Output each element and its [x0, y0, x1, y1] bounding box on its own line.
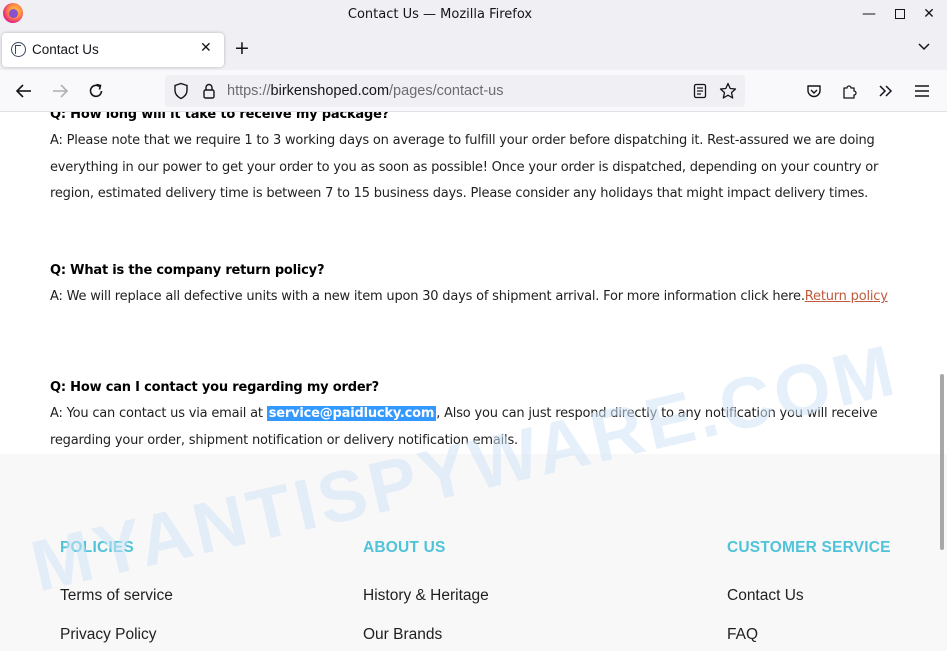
- footer-link-terms[interactable]: Terms of service: [60, 587, 173, 605]
- tab-strip: Contact Us ✕ +: [0, 30, 947, 70]
- footer-link-faq[interactable]: FAQ: [727, 626, 758, 644]
- email-address-selected[interactable]: service@paidlucky.com: [266, 406, 437, 422]
- faq-item: Q: What is the company return policy? A:…: [50, 258, 900, 311]
- maximize-icon: [895, 9, 905, 19]
- footer-link-privacy[interactable]: Privacy Policy: [60, 626, 156, 644]
- app-menu-button[interactable]: [911, 80, 933, 102]
- address-bar[interactable]: https://birkenshoped.com/pages/contact-u…: [165, 75, 745, 107]
- tab-close-button[interactable]: ✕: [200, 40, 212, 56]
- return-policy-link[interactable]: Return policy: [805, 289, 888, 304]
- forward-button[interactable]: [49, 80, 71, 102]
- tab-list-chevron-icon[interactable]: [917, 40, 931, 54]
- bookmark-button[interactable]: [718, 81, 738, 101]
- faq-question: Q: How can I contact you regarding my or…: [50, 380, 379, 395]
- faq-item: Q: How long will it take to receive my p…: [50, 112, 900, 207]
- reader-view-icon: [693, 83, 707, 99]
- minimize-button[interactable]: —: [858, 3, 880, 25]
- new-tab-button[interactable]: +: [234, 38, 250, 58]
- faq-question: Q: What is the company return policy?: [50, 263, 325, 278]
- pocket-button[interactable]: [803, 80, 825, 102]
- reload-button[interactable]: [85, 80, 107, 102]
- window-titlebar: Contact Us — Mozilla Firefox — ✕: [0, 0, 947, 30]
- faq-answer: A: Please note that we require 1 to 3 wo…: [50, 133, 879, 201]
- faq-question: Q: How long will it take to receive my p…: [50, 112, 390, 122]
- back-arrow-icon: [15, 84, 31, 98]
- reload-icon: [89, 83, 103, 98]
- footer-link-contact[interactable]: Contact Us: [727, 587, 804, 605]
- reader-view-button[interactable]: [690, 81, 710, 101]
- site-info-button[interactable]: [199, 81, 219, 101]
- forward-arrow-icon: [53, 84, 69, 98]
- tab-label: Contact Us: [32, 42, 99, 57]
- footer-link-history[interactable]: History & Heritage: [363, 587, 489, 605]
- lock-icon: [203, 83, 215, 99]
- bookmark-star-icon: [719, 82, 737, 99]
- shield-icon: [174, 82, 188, 100]
- faq-item: Q: How can I contact you regarding my or…: [50, 375, 900, 454]
- hamburger-menu-icon: [915, 85, 929, 97]
- page-scrollbar-thumb[interactable]: [940, 374, 944, 550]
- tab-contact-us[interactable]: Contact Us ✕: [2, 33, 224, 67]
- footer-heading-about: ABOUT US: [363, 539, 446, 556]
- maximize-button[interactable]: [889, 3, 911, 25]
- footer-heading-policies: POLICIES: [60, 539, 134, 556]
- overflow-menu-button[interactable]: [875, 80, 897, 102]
- extensions-icon: [843, 85, 857, 99]
- footer-heading-customer-service: CUSTOMER SERVICE: [727, 539, 891, 556]
- overflow-chevron-icon: [879, 85, 893, 97]
- footer-link-brands[interactable]: Our Brands: [363, 626, 442, 644]
- tracking-protection-button[interactable]: [171, 81, 191, 101]
- pocket-icon: [807, 85, 821, 98]
- faq-answer-text: A: You can contact us via email at: [50, 406, 267, 422]
- site-footer: POLICIES Terms of service Privacy Policy…: [0, 454, 947, 651]
- back-button[interactable]: [13, 80, 35, 102]
- extensions-button[interactable]: [839, 80, 861, 102]
- faq-answer: A: We will replace all defective units w…: [50, 284, 900, 310]
- navigation-toolbar: https://birkenshoped.com/pages/contact-u…: [0, 70, 947, 112]
- site-favicon-icon: [11, 42, 26, 57]
- faq-answer: A: You can contact us via email at servi…: [50, 401, 900, 454]
- url-path: /pages/contact-us: [389, 83, 504, 99]
- url-text: https://birkenshoped.com/pages/contact-u…: [227, 83, 504, 99]
- window-title: Contact Us — Mozilla Firefox: [347, 7, 533, 22]
- url-scheme: https://: [227, 83, 271, 99]
- close-window-button[interactable]: ✕: [918, 3, 940, 25]
- page-content[interactable]: Q: How long will it take to receive my p…: [0, 112, 947, 651]
- url-host: birkenshoped.com: [270, 83, 390, 99]
- faq-answer-text: A: We will replace all defective units w…: [50, 289, 805, 305]
